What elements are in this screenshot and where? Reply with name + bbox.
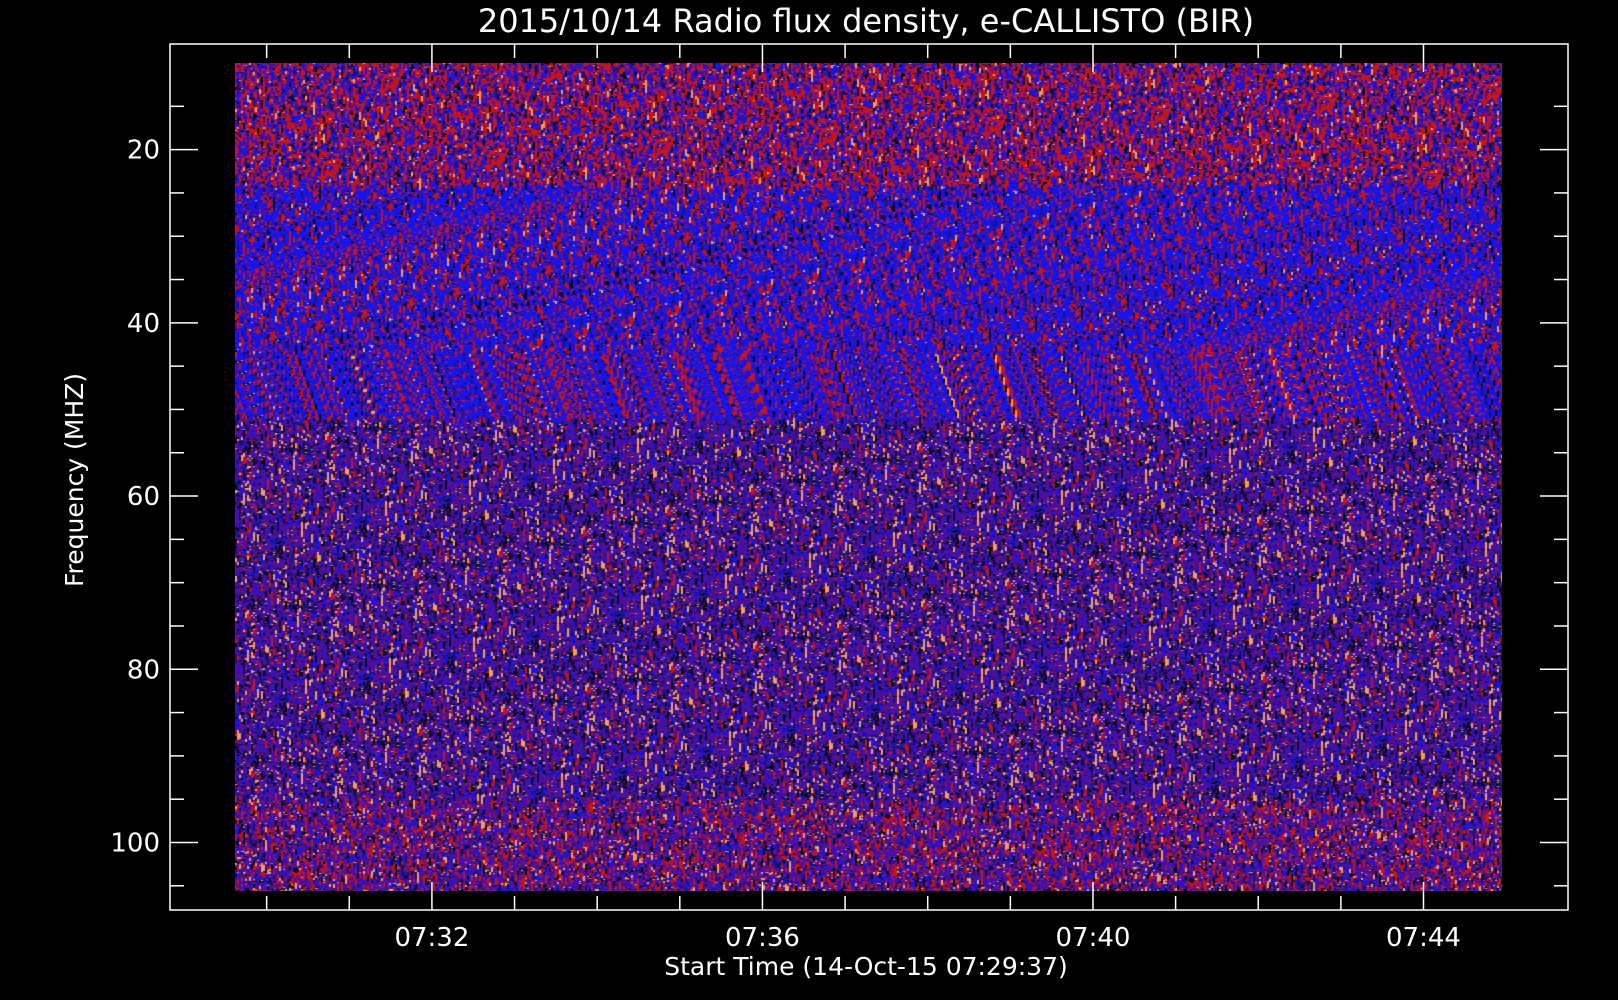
x-tick-label-0736: 07:36 bbox=[725, 923, 800, 953]
y-tick-label-60: 60 bbox=[127, 482, 160, 512]
x-tick-label-0744: 07:44 bbox=[1386, 923, 1461, 953]
spectrogram-chart: 2015/10/14 Radio flux density, e-CALLIST… bbox=[0, 0, 1618, 1000]
spectrogram-heatmap bbox=[235, 63, 1502, 891]
y-tick-label-100: 100 bbox=[110, 828, 160, 858]
x-axis-label: Start Time (14-Oct-15 07:29:37) bbox=[664, 952, 1067, 981]
y-tick-label-40: 40 bbox=[127, 309, 160, 339]
y-axis-label: Frequency (MHZ) bbox=[60, 373, 89, 587]
x-tick-label-0732: 07:32 bbox=[394, 923, 469, 953]
y-tick-label-20: 20 bbox=[127, 136, 160, 166]
spectrogram-image bbox=[235, 63, 1502, 891]
chart-title: 2015/10/14 Radio flux density, e-CALLIST… bbox=[478, 2, 1254, 40]
x-tick-label-0740: 07:40 bbox=[1056, 923, 1131, 953]
y-tick-label-80: 80 bbox=[127, 655, 160, 685]
